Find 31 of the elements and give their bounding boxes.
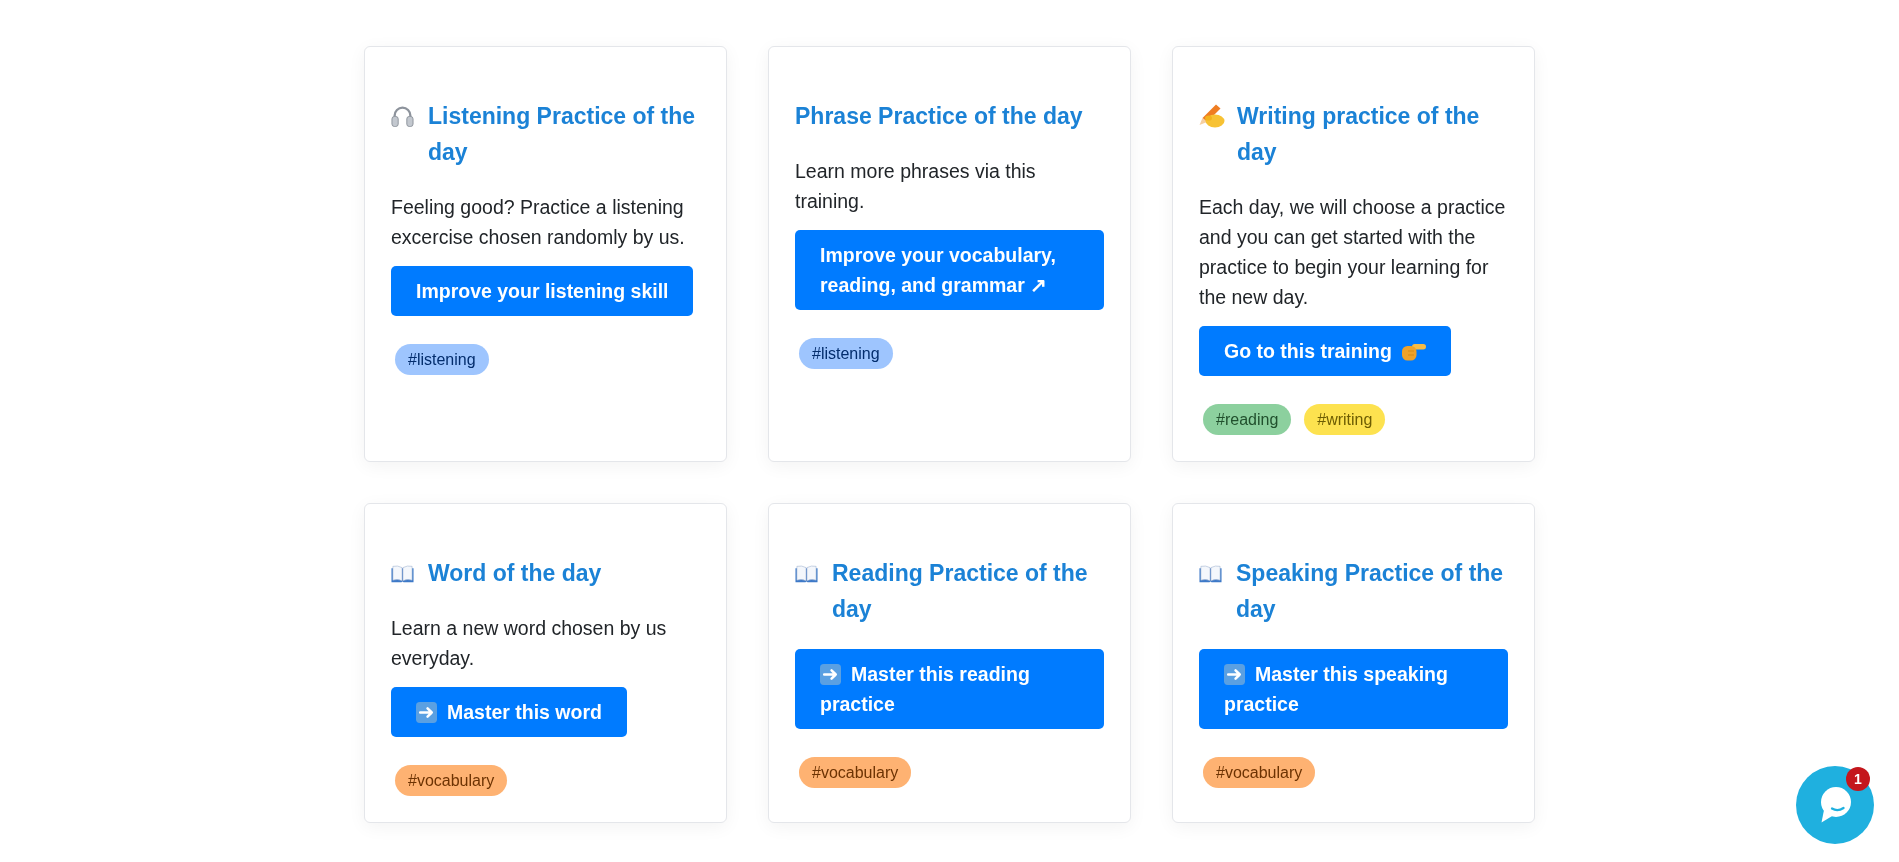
chat-bubble-icon <box>1818 787 1852 823</box>
open-book-icon <box>795 565 818 583</box>
pointing-hand-icon <box>1401 342 1426 361</box>
card-title: Word of the day <box>428 559 602 588</box>
card-title: Listening Practice of the day <box>428 102 697 167</box>
card-description: Learn more phrases via this training. <box>795 159 1037 214</box>
tag: #vocabulary <box>799 757 912 788</box>
card-title: Speaking Practice of the day <box>1236 559 1505 624</box>
card-title: Writing practice of the day <box>1237 102 1481 167</box>
practice-button[interactable]: Master this speaking practice <box>1199 649 1508 729</box>
tag: #listening <box>395 344 489 375</box>
card-description: Feeling good? Practice a listening excercise chosen randomly by us. <box>391 195 686 250</box>
writing-hand-icon <box>1199 104 1225 128</box>
headphones-icon <box>391 104 414 127</box>
open-book-icon <box>1199 565 1222 583</box>
notification-badge: 1 <box>1846 767 1870 791</box>
practice-button[interactable]: Master this word <box>391 687 627 737</box>
card-description: Each day, we will choose a practice and you can get started with the practice to begin your learning for the new day. <box>1199 195 1507 310</box>
card-title: Reading Practice of the day <box>832 559 1089 624</box>
tag: #vocabulary <box>395 765 508 796</box>
tag: #reading <box>1203 404 1292 435</box>
card-title: Phrase Practice of the day <box>795 102 1083 131</box>
tag: #vocabulary <box>1203 757 1316 788</box>
tag: #listening <box>799 338 893 369</box>
open-book-icon <box>391 565 414 583</box>
practice-button[interactable]: Improve your vocabulary, reading, and grammar ↗ <box>795 230 1104 310</box>
practice-button[interactable]: Master this reading practice <box>795 649 1104 729</box>
tag: #writing <box>1304 404 1386 435</box>
practice-button[interactable]: Go to this training <box>1199 326 1451 376</box>
card-description: Learn a new word chosen by us everyday. <box>391 616 668 671</box>
practice-button[interactable]: Improve your listening skill <box>391 266 694 316</box>
